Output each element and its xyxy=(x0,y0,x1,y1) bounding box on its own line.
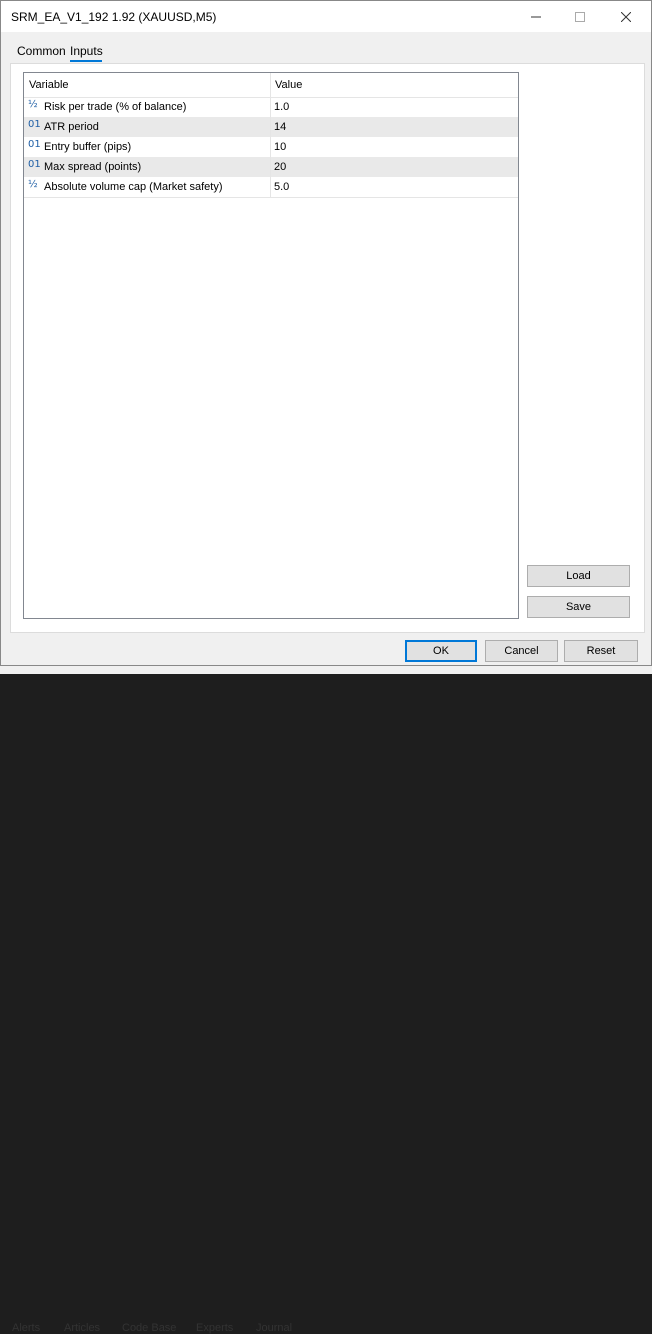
variable-value[interactable]: 5.0 xyxy=(274,181,289,193)
save-button[interactable]: Save xyxy=(527,596,630,618)
terminal-tab-articles[interactable]: Articles xyxy=(64,1322,100,1334)
variable-value[interactable]: 10 xyxy=(274,141,286,153)
terminal-tab-code-base[interactable]: Code Base xyxy=(122,1322,176,1334)
reset-button[interactable]: Reset xyxy=(564,640,638,662)
minimize-button[interactable] xyxy=(513,1,559,32)
terminal-tab-experts[interactable]: Experts xyxy=(196,1322,233,1334)
close-button[interactable] xyxy=(603,1,649,32)
variable-name: Entry buffer (pips) xyxy=(44,141,132,153)
table-row[interactable]: 01 Max spread (points) 20 xyxy=(24,157,518,177)
variable-name: ATR period xyxy=(44,121,99,133)
table-header: Variable Value xyxy=(24,73,518,98)
close-icon xyxy=(621,11,631,22)
table-row[interactable]: 01 Entry buffer (pips) 10 xyxy=(24,137,518,157)
variable-value[interactable]: 20 xyxy=(274,161,286,173)
integer-icon: 01 xyxy=(28,159,41,170)
table-row[interactable]: ½ Risk per trade (% of balance) 1.0 xyxy=(24,97,518,117)
active-tab-indicator xyxy=(70,60,102,62)
variable-value[interactable]: 14 xyxy=(274,121,286,133)
table-row[interactable]: ½ Absolute volume cap (Market safety) 5.… xyxy=(24,177,518,197)
cancel-button[interactable]: Cancel xyxy=(485,640,558,662)
maximize-icon xyxy=(575,11,585,22)
load-button[interactable]: Load xyxy=(527,565,630,587)
fraction-icon: ½ xyxy=(28,99,38,110)
title-bar[interactable]: SRM_EA_V1_192 1.92 (XAUUSD,M5) xyxy=(1,1,651,32)
fraction-icon: ½ xyxy=(28,179,38,190)
row-divider xyxy=(24,197,518,198)
column-header-value[interactable]: Value xyxy=(275,79,302,91)
window-title: SRM_EA_V1_192 1.92 (XAUUSD,M5) xyxy=(11,10,217,24)
minimize-icon xyxy=(531,16,541,17)
table-row[interactable]: 01 ATR period 14 xyxy=(24,117,518,137)
tab-common[interactable]: Common xyxy=(17,44,66,58)
variable-name: Absolute volume cap (Market safety) xyxy=(44,181,223,193)
inputs-table[interactable]: Variable Value ½ Risk per trade (% of ba… xyxy=(23,72,519,619)
column-divider[interactable] xyxy=(270,73,271,198)
inputs-panel: Variable Value ½ Risk per trade (% of ba… xyxy=(10,63,645,633)
integer-icon: 01 xyxy=(28,139,41,150)
variable-name: Max spread (points) xyxy=(44,161,142,173)
ea-properties-dialog: SRM_EA_V1_192 1.92 (XAUUSD,M5) Common In… xyxy=(0,0,652,666)
column-header-variable[interactable]: Variable xyxy=(29,79,69,91)
tab-inputs[interactable]: Inputs xyxy=(70,44,103,58)
ok-button[interactable]: OK xyxy=(405,640,477,662)
maximize-button[interactable] xyxy=(557,1,603,32)
integer-icon: 01 xyxy=(28,119,41,130)
variable-name: Risk per trade (% of balance) xyxy=(44,101,187,113)
variable-value[interactable]: 1.0 xyxy=(274,101,289,113)
terminal-tab-alerts[interactable]: Alerts xyxy=(12,1322,40,1334)
terminal-tab-journal[interactable]: Journal xyxy=(256,1322,292,1334)
